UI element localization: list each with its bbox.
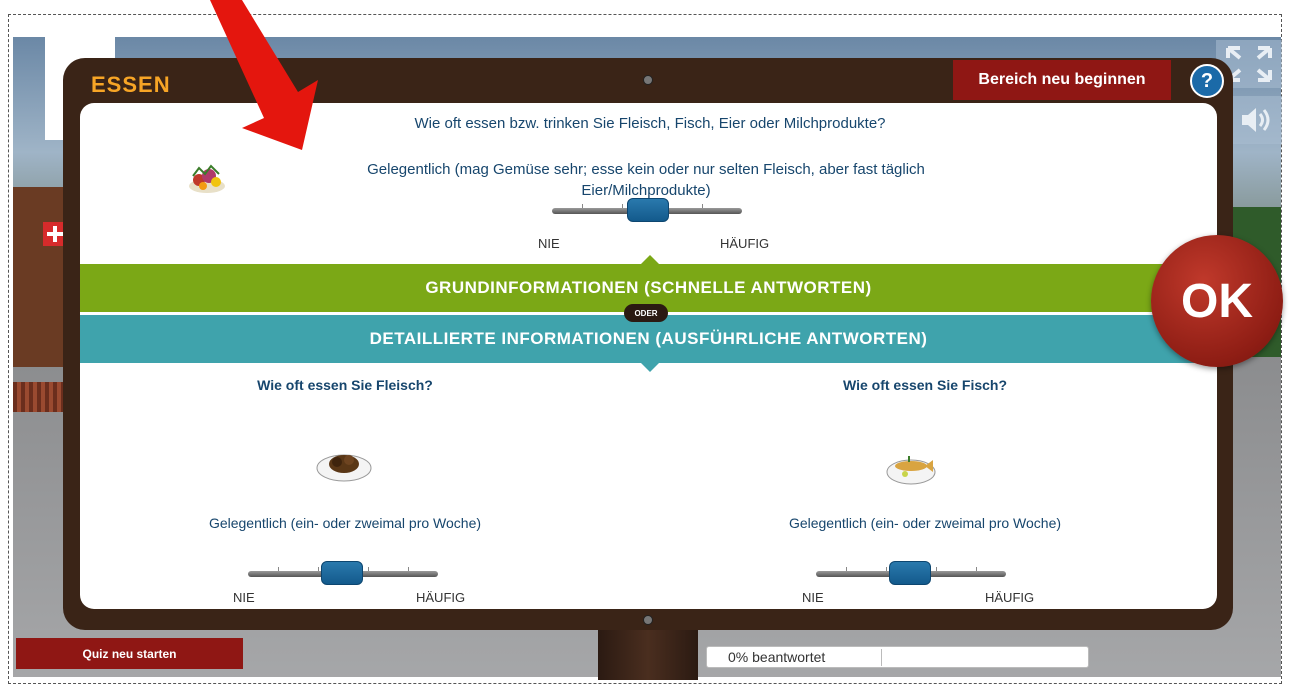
question-panel: Wie oft essen bzw. trinken Sie Fleisch, …: [80, 103, 1217, 609]
board-screw-top: [643, 75, 653, 85]
slider-tick: [408, 567, 409, 571]
meat-slider-max-label: HÄUFIG: [416, 590, 466, 605]
board-screw-bottom: [643, 615, 653, 625]
slider-tick: [278, 567, 279, 571]
slider-tick: [622, 204, 623, 208]
board-title: ESSEN: [91, 72, 171, 97]
main-question-text: Wie oft essen bzw. trinken Sie Fleisch, …: [414, 115, 886, 132]
slider-tick: [846, 567, 847, 571]
restart-area-button[interactable]: Bereich neu beginnen: [953, 60, 1171, 100]
main-slider-thumb[interactable]: [627, 198, 669, 222]
or-pill: ODER: [624, 304, 668, 322]
quiz-restart-button[interactable]: Quiz neu starten: [16, 638, 243, 669]
scene-house: [13, 187, 68, 367]
meat-question-text: Wie oft essen Sie Fleisch?: [257, 377, 433, 393]
meat-slider-min-label: NIE: [233, 590, 255, 605]
fish-slider-thumb[interactable]: [889, 561, 931, 585]
fish-answer-text: Gelegentlich (ein- oder zweimal pro Woch…: [788, 515, 1062, 531]
meat-plate-icon: [315, 440, 373, 488]
slider-tick: [936, 567, 937, 571]
salad-plate-icon: [185, 158, 229, 202]
slider-tick: [582, 204, 583, 208]
main-slider-max-label: HÄUFIG: [720, 236, 770, 251]
fish-question-text: Wie oft essen Sie Fisch?: [842, 377, 1008, 393]
slider-tick: [886, 567, 887, 571]
slider-tick: [368, 567, 369, 571]
meat-slider-thumb[interactable]: [321, 561, 363, 585]
main-answer-text: Gelegentlich (mag Gemüse sehr; esse kein…: [367, 161, 925, 199]
ok-button[interactable]: OK: [1151, 235, 1283, 367]
detailed-info-band[interactable]: DETAILLIERTE INFORMATIONEN (AUSFÜHRLICHE…: [80, 315, 1217, 372]
progress-label: 0% beantwortet: [710, 649, 882, 666]
fish-plate-icon: [885, 446, 937, 490]
slider-tick: [702, 204, 703, 208]
main-slider-min-label: NIE: [538, 236, 560, 251]
fish-slider[interactable]: [816, 561, 1006, 585]
meat-slider[interactable]: [248, 561, 438, 585]
progress-bar: 0% beantwortet: [706, 646, 1089, 668]
speaker-icon[interactable]: [1230, 96, 1282, 144]
slider-tick: [976, 567, 977, 571]
main-slider[interactable]: [552, 198, 742, 222]
red-arrow-icon: [210, 0, 318, 150]
meat-answer-text: Gelegentlich (ein- oder zweimal pro Woch…: [208, 515, 482, 531]
fish-slider-max-label: HÄUFIG: [985, 590, 1035, 605]
fish-slider-min-label: NIE: [802, 590, 824, 605]
help-button[interactable]: ?: [1190, 64, 1224, 98]
slider-tick: [318, 567, 319, 571]
